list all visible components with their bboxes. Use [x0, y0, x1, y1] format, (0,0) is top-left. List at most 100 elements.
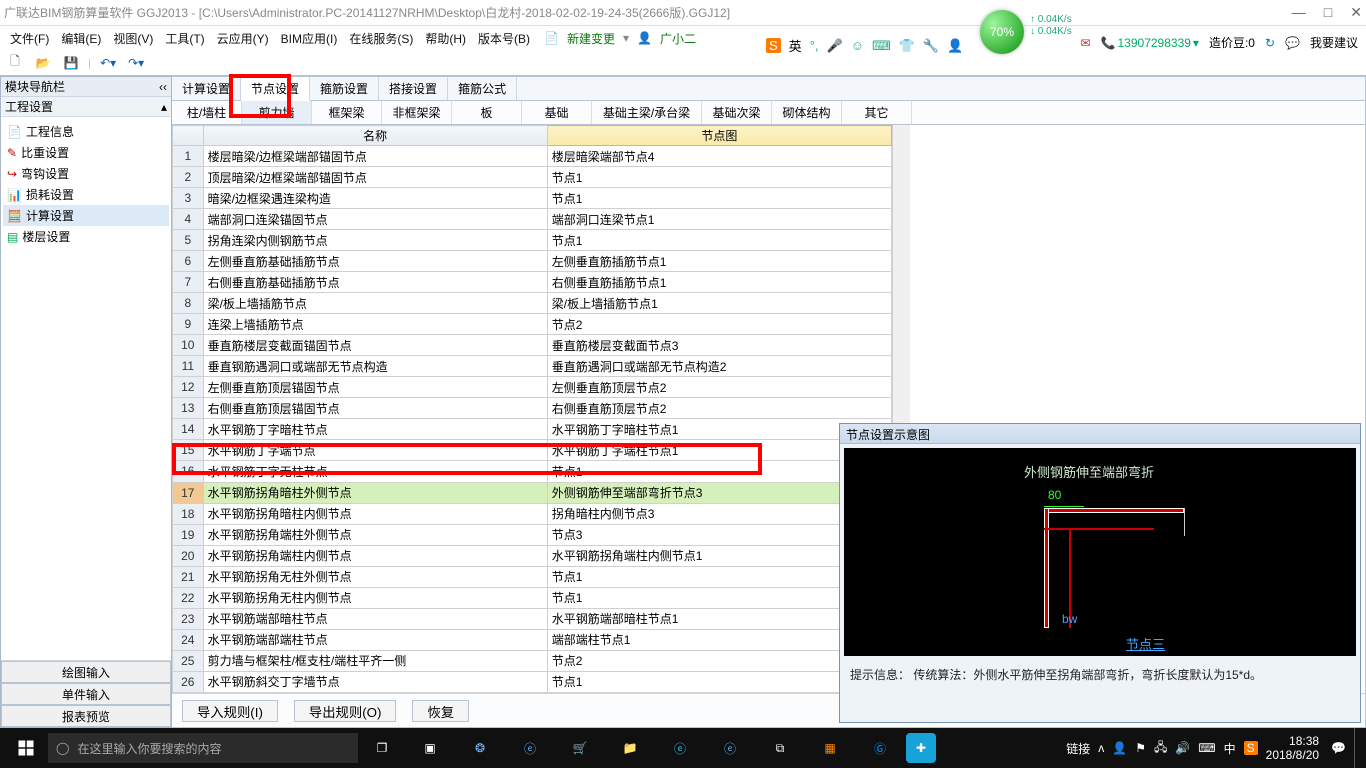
- task-view-icon[interactable]: ❐: [360, 728, 404, 768]
- tray-network-icon[interactable]: 🖧: [1154, 738, 1167, 759]
- windows-taskbar[interactable]: ◯ 在这里输入你要搜索的内容 ❐ ▣ ❂ ⓔ 🛒 📁 ⓔ ⓔ ⧉ ▦ Ⓖ ✚ 链…: [0, 728, 1366, 768]
- subtab-foundation[interactable]: 基础: [522, 101, 592, 124]
- start-button[interactable]: [6, 728, 46, 768]
- row-node-cell[interactable]: 节点2: [547, 314, 891, 335]
- tray-desktop-peek[interactable]: [1354, 728, 1360, 768]
- table-row[interactable]: 20水平钢筋拐角端柱内侧节点水平钢筋拐角端柱内侧节点1: [173, 545, 892, 566]
- account-icon[interactable]: 👤: [637, 31, 652, 45]
- ime-toolbar[interactable]: S 英 °, 🎤 ☺ ⌨ 👕 🔧 👤: [766, 36, 963, 55]
- row-name-cell[interactable]: 水平钢筋拐角暗柱外侧节点: [203, 482, 547, 503]
- ime-keyboard-icon[interactable]: ⌨: [872, 38, 891, 54]
- subtab-slab[interactable]: 板: [452, 101, 522, 124]
- table-row[interactable]: 2顶层暗梁/边框梁端部锚固节点节点1: [173, 167, 892, 188]
- row-name-cell[interactable]: 水平钢筋斜交丁字墙节点: [203, 671, 547, 692]
- accelerator-bubble[interactable]: 70%: [980, 10, 1024, 54]
- taskbar-app-4[interactable]: 🛒: [556, 728, 604, 768]
- subtab-column[interactable]: 柱/墙柱: [172, 101, 242, 124]
- row-name-cell[interactable]: 顶层暗梁/边框梁端部锚固节点: [203, 167, 547, 188]
- tray-people-icon[interactable]: 👤: [1112, 741, 1127, 755]
- tab-stirrup-formula[interactable]: 箍筋公式: [448, 77, 517, 100]
- table-row[interactable]: 18水平钢筋拐角暗柱内侧节点拐角暗柱内侧节点3: [173, 503, 892, 524]
- menu-view[interactable]: 视图(V): [107, 28, 159, 49]
- row-name-cell[interactable]: 垂直钢筋遇洞口或端部无节点构造: [203, 356, 547, 377]
- table-row[interactable]: 3暗梁/边框梁遇连梁构造节点1: [173, 188, 892, 209]
- new-change-icon[interactable]: 📄: [544, 31, 559, 45]
- row-node-cell[interactable]: 右侧垂直筋顶层节点2: [547, 398, 891, 419]
- table-row[interactable]: 24水平钢筋端部端柱节点端部端柱节点1: [173, 629, 892, 650]
- ime-voice-icon[interactable]: 🎤: [827, 38, 843, 54]
- row-node-cell[interactable]: 节点1: [547, 167, 891, 188]
- tab-node-settings[interactable]: 节点设置: [241, 77, 310, 101]
- ime-lang[interactable]: 英: [789, 36, 802, 55]
- row-name-cell[interactable]: 水平钢筋丁字无柱节点: [203, 461, 547, 482]
- account-label[interactable]: 广小二: [660, 30, 696, 47]
- table-row[interactable]: 26水平钢筋斜交丁字墙节点节点1: [173, 671, 892, 692]
- row-node-cell[interactable]: 左侧垂直筋顶层节点2: [547, 377, 891, 398]
- btn-draw-input[interactable]: 绘图输入: [1, 661, 171, 683]
- maximize-icon[interactable]: □: [1324, 4, 1332, 21]
- taskbar-app-10[interactable]: Ⓖ: [856, 728, 904, 768]
- subtab-other[interactable]: 其它: [842, 101, 912, 124]
- table-row[interactable]: 14水平钢筋丁字暗柱节点水平钢筋丁字暗柱节点1: [173, 419, 892, 440]
- taskbar-app-3[interactable]: ⓔ: [506, 728, 554, 768]
- table-row[interactable]: 15水平钢筋丁字端节点水平钢筋丁字端柱节点1: [173, 440, 892, 461]
- tray-action-center-icon[interactable]: 💬: [1331, 741, 1346, 755]
- table-row[interactable]: 4端部洞口连梁锚固节点端部洞口连梁节点1: [173, 209, 892, 230]
- row-name-cell[interactable]: 右侧垂直筋顶层锚固节点: [203, 398, 547, 419]
- taskbar-app-8[interactable]: ⧉: [756, 728, 804, 768]
- table-row[interactable]: 5拐角连梁内侧钢筋节点节点1: [173, 230, 892, 251]
- phone-number[interactable]: 📞 13907298339 ▾: [1101, 36, 1199, 50]
- ime-icon[interactable]: S: [766, 38, 781, 53]
- module-nav-pin-icon[interactable]: ‹‹: [159, 80, 167, 94]
- row-name-cell[interactable]: 楼层暗梁/边框梁端部锚固节点: [203, 146, 547, 167]
- table-row[interactable]: 1楼层暗梁/边框梁端部锚固节点楼层暗梁端部节点4: [173, 146, 892, 167]
- row-node-cell[interactable]: 端部洞口连梁节点1: [547, 209, 891, 230]
- row-name-cell[interactable]: 水平钢筋拐角无柱外侧节点: [203, 566, 547, 587]
- menu-version[interactable]: 版本号(B): [472, 28, 536, 49]
- ime-emoji-icon[interactable]: ☺: [851, 38, 864, 53]
- row-name-cell[interactable]: 垂直筋楼层变截面锚固节点: [203, 335, 547, 356]
- btn-single-input[interactable]: 单件输入: [1, 683, 171, 705]
- ime-toolbox-icon[interactable]: 🔧: [923, 38, 939, 54]
- btn-restore[interactable]: 恢复: [412, 700, 469, 722]
- nav-item-project-info[interactable]: 📄工程信息: [3, 121, 169, 142]
- table-row[interactable]: 11垂直钢筋遇洞口或端部无节点构造垂直筋遇洞口或端部无节点构造2: [173, 356, 892, 377]
- row-name-cell[interactable]: 左侧垂直筋基础插筋节点: [203, 251, 547, 272]
- system-tray[interactable]: 链接 ʌ 👤 ⚑ 🖧 🔊 ⌨ 中 S 18:38 2018/8/20 💬: [1066, 728, 1360, 768]
- table-row[interactable]: 7右侧垂直筋基础插筋节点右侧垂直筋插筋节点1: [173, 272, 892, 293]
- row-node-cell[interactable]: 垂直筋楼层变截面节点3: [547, 335, 891, 356]
- tray-volume-icon[interactable]: 🔊: [1175, 741, 1190, 755]
- btn-report-preview[interactable]: 报表预览: [1, 705, 171, 727]
- row-name-cell[interactable]: 水平钢筋拐角端柱外侧节点: [203, 524, 547, 545]
- refresh-icon[interactable]: ↻: [1265, 36, 1275, 50]
- row-node-cell[interactable]: 左侧垂直筋插筋节点1: [547, 251, 891, 272]
- row-name-cell[interactable]: 连梁上墙插筋节点: [203, 314, 547, 335]
- row-node-cell[interactable]: 节点1: [547, 230, 891, 251]
- table-row[interactable]: 25剪力墙与框架柱/框支柱/端柱平齐一侧节点2: [173, 650, 892, 671]
- minimize-icon[interactable]: —: [1292, 4, 1306, 21]
- table-row[interactable]: 9连梁上墙插筋节点节点2: [173, 314, 892, 335]
- close-icon[interactable]: ✕: [1350, 4, 1362, 21]
- row-name-cell[interactable]: 暗梁/边框梁遇连梁构造: [203, 188, 547, 209]
- preview-node-link[interactable]: 节点三: [1126, 634, 1165, 653]
- ime-punct-icon[interactable]: °,: [810, 38, 819, 53]
- ime-user-icon[interactable]: 👤: [947, 38, 963, 54]
- toolbar-new-icon[interactable]: 🗋: [4, 53, 26, 73]
- table-row[interactable]: 6左侧垂直筋基础插筋节点左侧垂直筋插筋节点1: [173, 251, 892, 272]
- row-name-cell[interactable]: 端部洞口连梁锚固节点: [203, 209, 547, 230]
- table-row[interactable]: 13右侧垂直筋顶层锚固节点右侧垂直筋顶层节点2: [173, 398, 892, 419]
- subtab-foundation-sec-beam[interactable]: 基础次梁: [702, 101, 772, 124]
- msg-icon[interactable]: ✉: [1080, 36, 1090, 50]
- row-node-cell[interactable]: 楼层暗梁端部节点4: [547, 146, 891, 167]
- feedback-icon[interactable]: 💬: [1285, 36, 1300, 50]
- row-name-cell[interactable]: 水平钢筋拐角无柱内侧节点: [203, 587, 547, 608]
- row-node-cell[interactable]: 节点1: [547, 188, 891, 209]
- nav-item-hook[interactable]: ↪弯钩设置: [3, 163, 169, 184]
- row-name-cell[interactable]: 水平钢筋丁字暗柱节点: [203, 419, 547, 440]
- table-row[interactable]: 8梁/板上墙插筋节点梁/板上墙插筋节点1: [173, 293, 892, 314]
- taskbar-app-9[interactable]: ▦: [806, 728, 854, 768]
- project-settings-collapse-icon[interactable]: ▴: [161, 100, 167, 114]
- feedback-label[interactable]: 我要建议: [1310, 34, 1358, 51]
- taskbar-app-11[interactable]: ✚: [906, 733, 936, 763]
- project-settings-header[interactable]: 工程设置: [5, 98, 53, 115]
